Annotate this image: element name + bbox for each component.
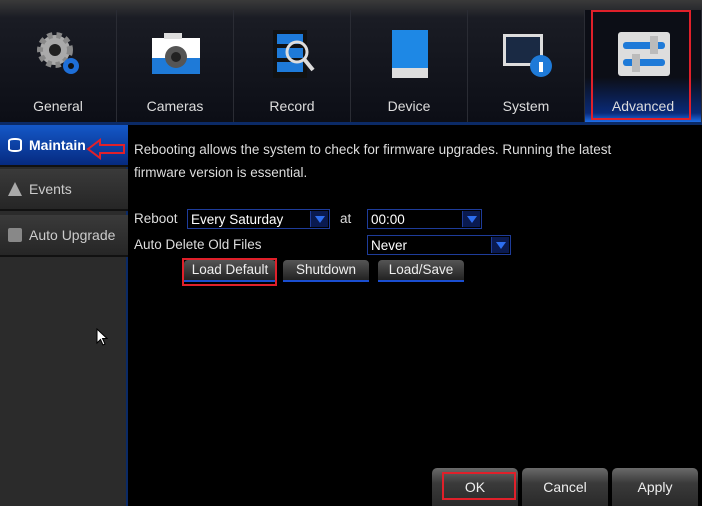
maintain-panel: Rebooting allows the system to check for… — [130, 128, 702, 506]
upgrade-icon — [8, 228, 22, 242]
gear-icon — [37, 32, 79, 74]
top-menu-bar: General Cameras Record Device System Adv… — [0, 0, 702, 125]
auto-delete-select[interactable]: Never — [367, 235, 511, 255]
shutdown-button[interactable]: Shutdown — [283, 260, 369, 282]
cancel-button[interactable]: Cancel — [522, 468, 608, 506]
tab-general[interactable]: General — [0, 10, 117, 122]
load-default-button[interactable]: Load Default — [184, 260, 276, 282]
tab-system[interactable]: System — [468, 10, 585, 122]
tab-cameras[interactable]: Cameras — [117, 10, 234, 122]
select-value: Every Saturday — [191, 212, 284, 227]
record-search-icon — [273, 30, 315, 78]
description-text: Rebooting allows the system to check for… — [134, 142, 612, 180]
tab-label: Device — [387, 98, 431, 114]
auto-delete-label: Auto Delete Old Files — [134, 237, 262, 252]
tab-label: System — [502, 98, 550, 114]
chevron-down-icon[interactable] — [310, 211, 328, 227]
sliders-icon — [618, 32, 670, 76]
tab-label: Advanced — [611, 98, 675, 114]
camera-icon — [152, 33, 200, 74]
system-info-icon — [503, 34, 552, 77]
tab-label: Cameras — [146, 98, 204, 114]
tab-label: General — [33, 98, 83, 114]
select-value: 00:00 — [371, 212, 405, 227]
sidebar-item-auto-upgrade[interactable]: Auto Upgrade — [0, 215, 128, 257]
mouse-cursor-icon — [96, 328, 108, 346]
apply-button[interactable]: Apply — [612, 468, 698, 506]
chevron-down-icon[interactable] — [462, 211, 480, 227]
sidebar-item-label: Auto Upgrade — [29, 227, 116, 243]
tab-label: Record — [269, 98, 315, 114]
at-label: at — [340, 211, 352, 226]
cone-icon — [8, 182, 22, 196]
tab-device[interactable]: Device — [351, 10, 468, 122]
reboot-time-select[interactable]: 00:00 — [367, 209, 482, 229]
reboot-schedule-select[interactable]: Every Saturday — [187, 209, 330, 229]
arrow-annotation-icon — [86, 138, 125, 160]
tab-record[interactable]: Record — [234, 10, 351, 122]
database-icon — [8, 138, 22, 152]
sidebar-item-events[interactable]: Events — [0, 169, 128, 211]
ok-button[interactable]: OK — [432, 468, 518, 506]
sidebar-item-label: Events — [29, 181, 72, 197]
sidebar-item-label: Maintain — [29, 137, 86, 153]
select-value: Never — [371, 238, 408, 253]
tab-advanced[interactable]: Advanced — [585, 10, 702, 122]
chevron-down-icon[interactable] — [491, 237, 509, 253]
sidebar: Maintain Events Auto Upgrade — [0, 125, 128, 506]
hard-drive-icon — [392, 30, 428, 78]
load-save-button[interactable]: Load/Save — [378, 260, 464, 282]
reboot-label: Reboot — [134, 211, 178, 226]
